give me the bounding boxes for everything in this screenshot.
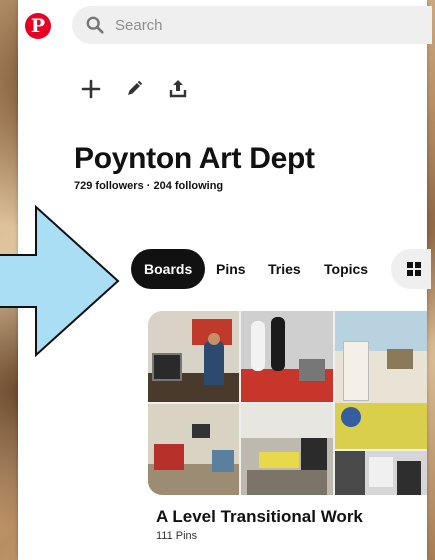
pointer-arrow-annotation xyxy=(0,205,120,357)
top-bar: P Search xyxy=(18,0,432,52)
tab-boards[interactable]: Boards xyxy=(131,249,206,289)
board-image-1 xyxy=(148,311,239,402)
board-cover[interactable] xyxy=(148,311,427,495)
board-image-5 xyxy=(241,404,333,495)
profile-name: Poynton Art Dept xyxy=(74,142,315,175)
share-icon[interactable] xyxy=(167,78,189,100)
pinterest-logo[interactable]: P xyxy=(25,13,51,39)
board-title[interactable]: A Level Transitional Work xyxy=(156,507,363,527)
grid-icon xyxy=(407,262,421,276)
search-icon xyxy=(86,16,104,34)
board-image-6 xyxy=(335,451,427,495)
board-image-3 xyxy=(335,311,427,449)
plus-icon[interactable] xyxy=(80,78,102,100)
board-pin-count: 111 Pins xyxy=(156,530,198,542)
board-image-4 xyxy=(148,404,239,495)
layout-toggle-button[interactable] xyxy=(391,249,431,289)
search-input[interactable]: Search xyxy=(115,17,163,34)
follow-stats[interactable]: 729 followers · 204 following xyxy=(74,180,223,192)
board-image-2 xyxy=(241,311,333,402)
tab-tries[interactable]: Tries xyxy=(268,249,301,289)
search-bar[interactable]: Search xyxy=(72,6,432,44)
pencil-icon[interactable] xyxy=(123,78,145,100)
tab-pins[interactable]: Pins xyxy=(216,249,246,289)
tab-topics[interactable]: Topics xyxy=(324,249,368,289)
